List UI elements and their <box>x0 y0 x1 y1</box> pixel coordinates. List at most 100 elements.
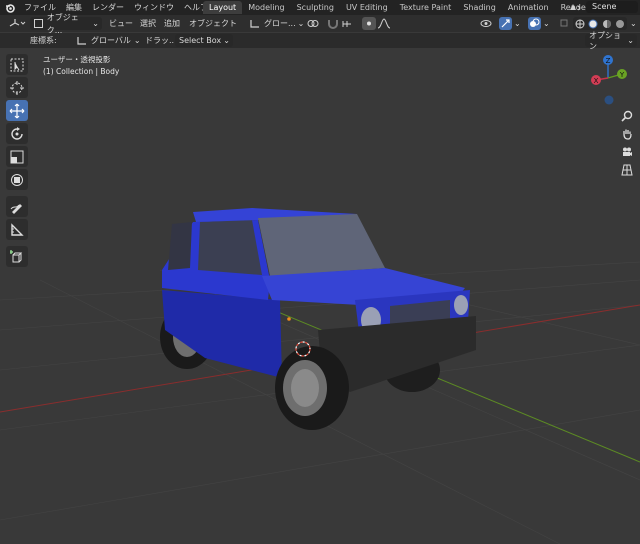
gizmo-arrows-icon <box>501 19 510 28</box>
mode-dropdown[interactable]: オブジェク... ⌄ <box>30 13 102 35</box>
chevron-down-icon: ⌄ <box>133 36 141 45</box>
scene-name[interactable]: Scene <box>586 1 638 13</box>
viewport-info: ユーザー・透視投影 (1) Collection | Body <box>43 54 119 78</box>
menu-render[interactable]: レンダー <box>87 0 129 15</box>
drag-dropdown[interactable]: Select Box ⌄ <box>175 34 233 47</box>
drag-value: Select Box <box>179 36 222 45</box>
axes-icon <box>77 36 86 45</box>
gizmo-z-label: Z <box>606 57 611 65</box>
wireframe-shading-icon[interactable] <box>575 19 585 29</box>
link-icon <box>307 20 319 27</box>
camera-icon <box>623 147 632 156</box>
workspace-tabs: Layout Modeling Sculpting UV Editing Tex… <box>203 0 625 15</box>
visibility-button[interactable] <box>478 17 498 30</box>
chevron-down-icon: ⌄ <box>92 19 99 28</box>
falloff-curve-icon <box>377 18 391 29</box>
tool-measure[interactable] <box>6 219 28 240</box>
select-box-icon <box>10 58 24 71</box>
tool-cursor[interactable] <box>6 77 28 98</box>
hand-icon <box>623 129 632 140</box>
tool-rotate[interactable] <box>6 123 28 144</box>
orientation-label: 座標系: <box>30 36 57 45</box>
snap-target-button[interactable] <box>341 17 359 30</box>
chevron-down-icon[interactable]: ⌄ <box>514 17 521 30</box>
pan-button[interactable] <box>620 127 634 141</box>
chevron-down-icon[interactable]: ⌄ <box>630 17 637 30</box>
tool-settings-bar: 座標系: グローバル ⌄ ドラッ... Select Box ⌄ オプション ⌄ <box>0 31 640 51</box>
gizmo-neg-z-axis[interactable] <box>604 95 614 105</box>
camera-view-button[interactable] <box>620 145 634 159</box>
tool-move[interactable] <box>6 100 28 121</box>
measure-ruler-icon <box>11 222 24 236</box>
snap-button[interactable] <box>326 17 340 30</box>
scale-icon <box>10 150 24 163</box>
tool-add-cube[interactable] <box>6 246 28 267</box>
view3d-icon <box>9 19 26 27</box>
viewport-header: オブジェク... ⌄ ビュー 選択 追加 オブジェクト グロー... ⌄ ⌄ ⌄… <box>0 13 640 35</box>
zoom-button[interactable] <box>620 109 634 123</box>
falloff-button[interactable] <box>377 17 391 30</box>
shading-modes <box>573 17 627 30</box>
navigation-gizmo[interactable]: Z Y X <box>588 52 632 108</box>
perspective-toggle-button[interactable] <box>620 163 634 177</box>
chevron-down-icon[interactable]: ⌄ <box>543 17 550 30</box>
tab-animation[interactable]: Animation <box>502 1 555 14</box>
solid-shading-icon[interactable] <box>588 19 598 29</box>
tab-texture-paint[interactable]: Texture Paint <box>394 1 458 14</box>
menu-object[interactable]: オブジェクト <box>189 17 237 30</box>
options-dropdown[interactable]: オプション ⌄ <box>585 31 637 51</box>
overlay-toggle-button[interactable] <box>528 17 541 30</box>
blender-logo-icon[interactable] <box>5 3 15 13</box>
editor-type-button[interactable] <box>6 17 26 30</box>
scene-icon <box>570 4 581 11</box>
rendered-shading-icon[interactable] <box>615 19 625 29</box>
tab-sculpting[interactable]: Sculpting <box>291 1 340 14</box>
tool-shelf <box>6 54 30 269</box>
axes-icon <box>250 19 259 28</box>
chevron-down-icon: ⌄ <box>297 19 305 28</box>
add-cube-icon <box>10 249 23 262</box>
tab-modeling[interactable]: Modeling <box>242 1 290 14</box>
transform-icon <box>11 173 23 186</box>
transform-orientation-dropdown[interactable]: グロー... ⌄ <box>249 17 309 30</box>
tab-shading[interactable]: Shading <box>457 1 502 14</box>
tab-uv-editing[interactable]: UV Editing <box>340 1 394 14</box>
menu-select[interactable]: 選択 <box>140 17 156 30</box>
annotate-pencil-icon <box>10 203 22 214</box>
gizmo-x-label: X <box>594 77 599 85</box>
scene-selector[interactable]: Scene <box>568 1 638 13</box>
move-icon <box>9 103 25 118</box>
magnet-icon <box>328 20 338 29</box>
car-model[interactable] <box>160 208 476 430</box>
snap-increment-icon <box>342 21 351 27</box>
object-mode-icon <box>34 19 43 28</box>
menu-view[interactable]: ビュー <box>109 17 133 30</box>
tool-scale[interactable] <box>6 146 28 167</box>
view-name: ユーザー・透視投影 <box>43 55 111 64</box>
tool-select-box[interactable] <box>6 54 28 75</box>
eye-icon <box>480 20 492 27</box>
rotate-icon <box>11 126 23 140</box>
viewport-canvas[interactable] <box>0 48 640 544</box>
menu-window[interactable]: ウィンドウ <box>129 0 179 15</box>
tool-annotate[interactable] <box>6 196 28 217</box>
xray-button[interactable] <box>560 17 568 30</box>
magnifier-icon <box>621 110 633 122</box>
chevron-down-icon: ⌄ <box>627 36 634 45</box>
proportional-edit-button[interactable] <box>362 17 376 30</box>
orientation-value: グローバル <box>91 36 131 45</box>
orientation-dropdown[interactable]: グローバル ⌄ <box>76 34 141 47</box>
dot-icon <box>367 21 371 26</box>
menu-add[interactable]: 追加 <box>164 17 180 30</box>
tool-transform[interactable] <box>6 169 28 190</box>
chevron-down-icon: ⌄ <box>223 36 230 45</box>
pivot-point-button[interactable] <box>305 17 325 30</box>
tab-layout[interactable]: Layout <box>203 1 243 14</box>
drag-label: ドラッ... <box>145 36 177 45</box>
gizmo-y-label: Y <box>619 71 625 79</box>
material-shading-icon[interactable] <box>602 19 612 29</box>
active-collection: (1) Collection | Body <box>43 67 120 76</box>
gizmo-toggle-button[interactable] <box>499 17 512 30</box>
grid-icon <box>621 164 633 176</box>
overlay-icon <box>530 18 540 27</box>
